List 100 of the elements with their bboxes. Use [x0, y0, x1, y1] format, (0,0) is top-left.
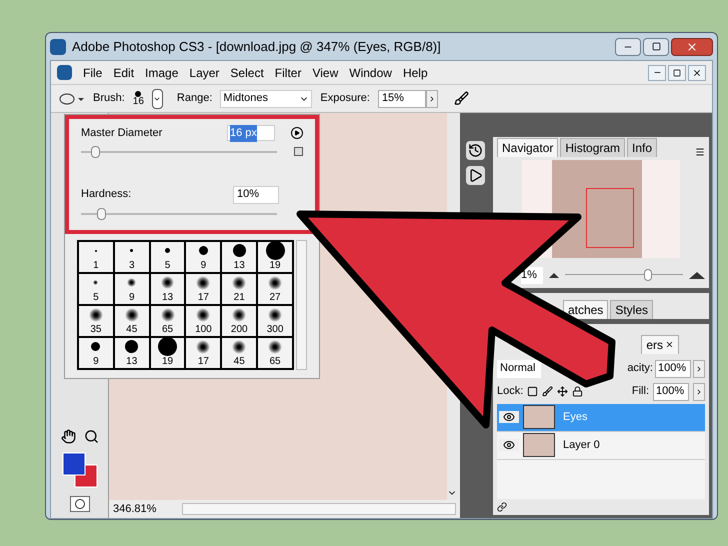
hand-tool-icon[interactable] — [60, 429, 76, 444]
panel-tab[interactable]: Histogram — [560, 138, 626, 157]
close-button[interactable] — [688, 64, 706, 80]
link-layers-icon[interactable] — [497, 502, 507, 512]
menu-item[interactable]: Help — [402, 64, 428, 82]
menu-item[interactable]: View — [312, 64, 338, 82]
brush-preset[interactable]: 13 — [114, 336, 150, 368]
brush-preset[interactable]: 9 — [185, 240, 222, 272]
zoom-out-icon[interactable] — [548, 272, 559, 278]
brush-preset[interactable]: 19 — [257, 240, 293, 272]
hardness-slider[interactable] — [81, 208, 277, 220]
zoom-tool-icon[interactable] — [84, 429, 98, 444]
fill-label: Fill: — [632, 384, 649, 400]
diameter-field[interactable]: 16 px — [227, 125, 275, 142]
preset-scrollbar[interactable] — [296, 240, 307, 370]
brush-preset[interactable]: 65 — [150, 304, 186, 336]
brush-tip-icon — [196, 276, 210, 290]
zoom-in-icon[interactable] — [689, 271, 705, 280]
zoom-slider[interactable] — [564, 269, 683, 282]
brush-label: Brush: — [93, 91, 125, 106]
close-button[interactable] — [671, 38, 713, 56]
brush-preset[interactable]: 5 — [78, 272, 114, 304]
brush-tip-icon — [196, 308, 210, 322]
panel-menu-icon[interactable] — [695, 147, 705, 157]
opacity-arrow-button[interactable] — [693, 360, 705, 378]
brush-preset[interactable]: 21 — [221, 272, 258, 304]
menu-item[interactable]: Select — [230, 64, 264, 82]
brush-tip-icon — [127, 278, 136, 287]
restore-button[interactable] — [668, 64, 686, 80]
lock-label: Lock: — [497, 384, 524, 400]
eye-icon[interactable] — [503, 439, 515, 451]
menu-item[interactable]: File — [83, 64, 102, 82]
brush-tip-icon — [135, 90, 142, 96]
brush-preset[interactable]: 17 — [185, 336, 222, 368]
quick-mask-button[interactable] — [70, 496, 90, 512]
fill-arrow-button[interactable] — [693, 382, 705, 400]
close-icon — [686, 40, 698, 52]
brush-preset[interactable]: 3 — [114, 240, 150, 272]
opacity-field[interactable]: 100% — [655, 360, 691, 378]
brush-preset[interactable]: 65 — [257, 336, 293, 368]
brush-tip-icon — [232, 276, 246, 290]
brush-tip-icon — [158, 336, 178, 356]
range-label: Range: — [176, 91, 212, 106]
maximize-button[interactable] — [643, 38, 669, 56]
hardness-field[interactable]: 10% — [233, 186, 279, 204]
lock-paint-icon[interactable] — [542, 386, 554, 397]
menu-item[interactable]: Image — [145, 64, 178, 82]
exposure-arrow-button[interactable] — [426, 90, 438, 108]
layer-row[interactable]: Layer 0 — [497, 432, 705, 460]
dodge-tool-icon[interactable] — [59, 92, 85, 106]
menu-item[interactable]: Edit — [113, 64, 134, 82]
popup-menu-icon[interactable] — [291, 127, 303, 140]
navigator-zoom: 1% — [521, 267, 543, 284]
brush-preset[interactable]: 27 — [257, 272, 293, 304]
minimize-button[interactable] — [648, 64, 666, 80]
brush-preset[interactable]: 9 — [114, 272, 150, 304]
zoom-level: 346.81% — [113, 502, 156, 517]
brush-preset[interactable]: 19 — [150, 336, 186, 368]
panel-tab[interactable]: Styles — [610, 300, 653, 318]
brush-preset[interactable]: 100 — [185, 304, 222, 336]
exposure-field[interactable]: 15% — [378, 90, 426, 108]
horizontal-scrollbar[interactable] — [182, 503, 456, 515]
panel-tab[interactable]: Navigator — [497, 138, 558, 157]
brush-dropdown-button[interactable] — [152, 88, 163, 108]
brush-preset[interactable]: 45 — [221, 336, 258, 368]
brush-preset[interactable]: 5 — [150, 240, 186, 272]
range-dropdown[interactable]: Midtones — [220, 90, 312, 108]
lock-icon[interactable] — [572, 386, 584, 397]
panel-tab[interactable]: ers — [641, 334, 679, 354]
menu-item[interactable]: Filter — [274, 64, 302, 82]
save-brush-icon[interactable] — [294, 147, 303, 156]
brush-preset[interactable]: 17 — [185, 272, 222, 304]
brush-tip-icon — [232, 244, 246, 257]
hardness-label: Hardness: — [81, 187, 132, 202]
brush-preset[interactable]: 13 — [221, 240, 258, 272]
play-icon[interactable] — [466, 166, 484, 185]
history-icon[interactable] — [466, 141, 484, 160]
brush-tip-icon — [160, 308, 175, 322]
fill-field[interactable]: 100% — [653, 382, 689, 400]
menu-item[interactable]: Layer — [189, 64, 220, 82]
brush-preset[interactable]: 45 — [114, 304, 150, 336]
panel-tab[interactable]: atches — [562, 300, 608, 318]
diameter-slider[interactable] — [81, 146, 277, 158]
lock-position-icon[interactable] — [557, 386, 568, 397]
brush-preset[interactable]: 9 — [78, 336, 114, 368]
brush-preset[interactable]: 300 — [257, 304, 293, 336]
brush-preset[interactable]: 35 — [78, 304, 114, 336]
brush-preset[interactable]: 1 — [78, 240, 114, 272]
blend-mode-dropdown[interactable]: Normal — [497, 360, 541, 378]
color-swatches[interactable] — [60, 450, 100, 490]
maximize-icon — [652, 42, 660, 51]
eye-icon[interactable] — [503, 411, 515, 423]
brush-preset[interactable]: 13 — [150, 272, 186, 304]
layer-thumbnail — [523, 433, 555, 457]
brush-preset[interactable]: 200 — [221, 304, 258, 336]
panel-tab[interactable]: Info — [627, 138, 658, 157]
menu-item[interactable]: Window — [349, 64, 392, 82]
airbrush-icon[interactable] — [454, 91, 469, 106]
lock-transparency-icon[interactable] — [527, 386, 538, 397]
brush-tip-icon — [130, 249, 134, 252]
